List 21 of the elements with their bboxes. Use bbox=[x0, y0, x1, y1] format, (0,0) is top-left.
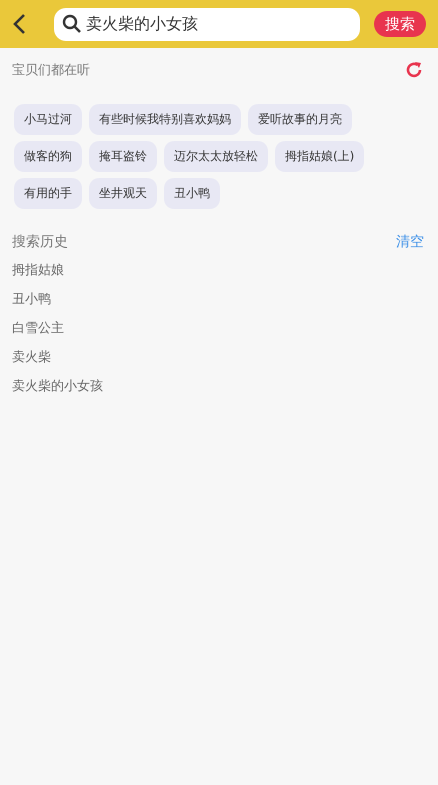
tag-chip[interactable]: 小马过河 bbox=[14, 104, 82, 135]
section-title: 宝贝们都在听 bbox=[12, 62, 90, 79]
tag-chip[interactable]: 丑小鸭 bbox=[164, 178, 220, 209]
tag-chip[interactable]: 做客的狗 bbox=[14, 141, 82, 172]
section-title: 搜索历史 bbox=[12, 233, 68, 251]
history-item[interactable]: 丑小鸭 bbox=[0, 284, 63, 313]
search-button[interactable]: 搜索 bbox=[374, 11, 426, 37]
tag-chip[interactable]: 迈尔太太放轻松 bbox=[164, 141, 268, 172]
tag-chip[interactable]: 坐井观天 bbox=[89, 178, 157, 209]
history-item[interactable]: 卖火柴的小女孩 bbox=[0, 371, 115, 400]
back-icon[interactable] bbox=[12, 13, 26, 35]
history-item[interactable]: 卖火柴 bbox=[0, 342, 63, 371]
refresh-icon[interactable] bbox=[404, 60, 424, 80]
tag-chip[interactable]: 爱听故事的月亮 bbox=[248, 104, 352, 135]
search-field[interactable]: 卖火柴的小女孩 bbox=[54, 8, 360, 40]
history-item[interactable]: 拇指姑娘 bbox=[0, 255, 76, 284]
history-item[interactable]: 白雪公主 bbox=[0, 313, 76, 342]
tag-chip[interactable]: 掩耳盗铃 bbox=[89, 141, 157, 172]
tag-chip[interactable]: 有用的手 bbox=[14, 178, 82, 209]
tag-chip[interactable]: 拇指姑娘(上) bbox=[275, 141, 364, 172]
tag-chip[interactable]: 有些时候我特别喜欢妈妈 bbox=[89, 104, 241, 135]
